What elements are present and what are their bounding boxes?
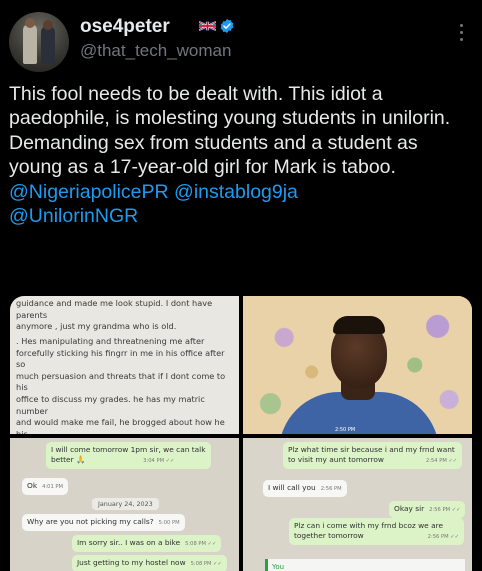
author-display-name[interactable]: ose4peter	[80, 16, 170, 38]
chat-text: I will call you	[268, 483, 316, 492]
chat-text: to visit my aunt tomorrow	[288, 455, 384, 464]
chat-bubble: Okay sir 2:56 PM ✓✓	[389, 501, 466, 518]
tweet-body: This fool needs to be dealt with. This i…	[9, 83, 456, 179]
chat-text: Plz can i come with my frnd bcoz we are	[294, 521, 444, 530]
avatar[interactable]	[9, 12, 69, 72]
photo-hair	[333, 316, 385, 334]
chat-text: Im sorry sir.. I was on a bike	[77, 538, 181, 547]
chat-bubble: Im sorry sir.. I was on a bike 5:08 PM ✓✓	[72, 535, 222, 552]
media-image-1[interactable]: guidance and made me look stupid. I dont…	[10, 296, 239, 434]
chat-time: 4:01 PM	[42, 484, 64, 490]
media-image-3[interactable]: I will come tomorrow 1pm sir, we can tal…	[10, 438, 239, 571]
chat-text: together tomorrow	[294, 531, 364, 540]
media-image-4[interactable]: Plz what time sir because i and my frnd …	[243, 438, 472, 571]
chat-bubble: Just getting to my hostel now 5:08 PM ✓✓	[72, 555, 227, 571]
chat-text: I will come tomorrow 1pm sir, we can tal…	[51, 445, 206, 454]
verified-badge-icon[interactable]	[219, 18, 235, 34]
tweet-header: ose4peter @that_tech_woman	[0, 0, 482, 78]
chat-bubble: Why are you not picking my calls? 5:00 PM	[22, 514, 185, 531]
chat-text: Why are you not picking my calls?	[27, 517, 154, 526]
chat-time: 3:04 PM ✓✓	[143, 458, 175, 464]
chat-bubble: I will call you 2:56 PM	[263, 480, 347, 497]
author-handle[interactable]: @that_tech_woman	[80, 41, 231, 61]
chat-text: Just getting to my hostel now	[77, 558, 186, 567]
media-image-2[interactable]: 2:50 PM	[243, 296, 472, 434]
chat-text: better 🙏	[51, 455, 86, 464]
uk-flag-icon	[199, 20, 216, 32]
chat-bubble: Plz can i come with my frnd bcoz we are …	[289, 518, 464, 545]
chat-time: 2:56 PM ✓✓	[427, 534, 459, 540]
photo-timestamp: 2:50 PM	[335, 427, 356, 433]
mention-line-2[interactable]: @UnilorinNGR	[9, 205, 138, 227]
chat-time: 2:54 PM ✓✓	[425, 458, 458, 464]
chat-bubble: I will come tomorrow 1pm sir, we can tal…	[46, 442, 211, 469]
chat-text: Okay sir	[394, 504, 425, 513]
more-options-icon[interactable]	[456, 24, 466, 46]
tweet-text: This fool needs to be dealt with. This i…	[9, 82, 474, 228]
note-text-top: guidance and made me look stupid. I dont…	[16, 298, 213, 332]
note-text-body: . Hes manipulating and threatnening me a…	[16, 336, 226, 434]
chat-time: 5:08 PM ✓✓	[185, 541, 217, 547]
chat-bubble: Plz what time sir because i and my frnd …	[283, 442, 463, 469]
chat-bubble: Ok 4:01 PM	[22, 478, 69, 495]
chat-text: Plz what time sir because i and my frnd …	[288, 445, 455, 454]
quoted-reply: You	[265, 559, 465, 571]
mention-line-1[interactable]: @NigeriapolicePR @instablog9ja	[9, 181, 298, 203]
media-grid[interactable]: guidance and made me look stupid. I dont…	[10, 296, 472, 571]
chat-time: 2:56 PM ✓✓	[429, 507, 461, 513]
chat-time: 5:00 PM	[158, 520, 180, 526]
chat-time: 2:56 PM	[320, 486, 342, 492]
chat-text: Ok	[27, 481, 38, 490]
chat-date-chip: January 24, 2023	[92, 498, 159, 510]
chat-time: 5:08 PM ✓✓	[190, 561, 222, 567]
